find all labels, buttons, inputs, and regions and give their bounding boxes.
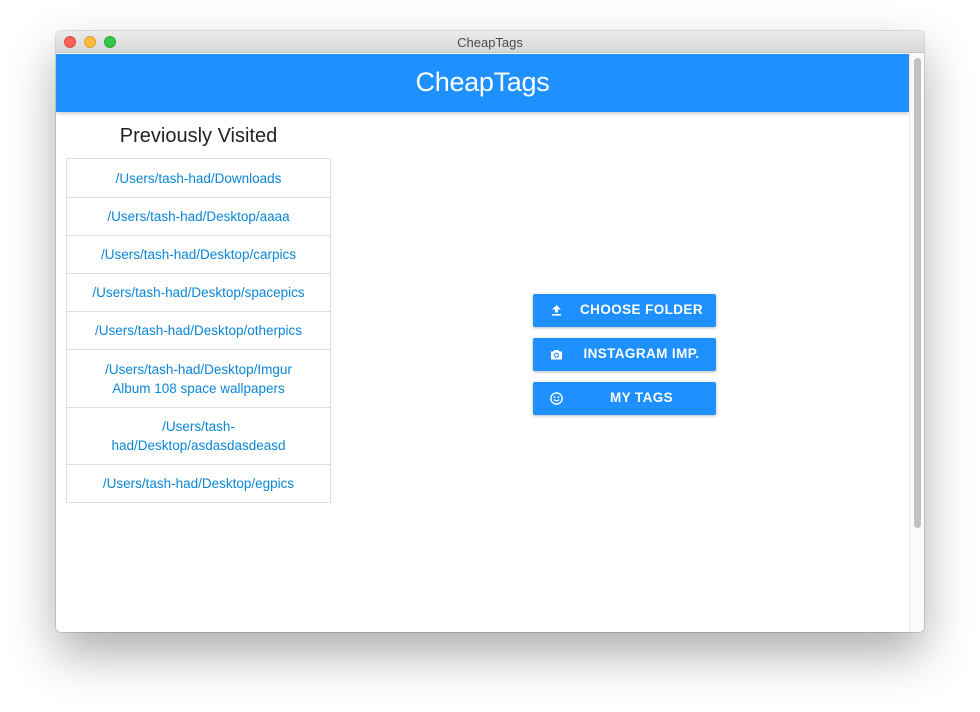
visited-folder-link[interactable]: /Users/tash-had/Desktop/Imgur Album 108 … [67,349,330,407]
vertical-scrollbar[interactable] [909,53,924,632]
my-tags-button[interactable]: MY TAGS [533,382,716,415]
choose-folder-button[interactable]: CHOOSE FOLDER [533,294,716,327]
instagram-import-button[interactable]: INSTAGRAM IMP. [533,338,716,371]
scrollbar-thumb[interactable] [914,58,921,528]
camera-icon [551,350,562,360]
action-buttons: CHOOSE FOLDER INSTAGRAM IMP. MY TAGS [533,294,716,426]
smiley-icon [550,392,563,405]
title-bar[interactable]: CheapTags [56,31,924,53]
window-title: CheapTags [457,35,523,50]
previously-visited-list: /Users/tash-had/Downloads /Users/tash-ha… [66,158,331,503]
visited-folder-link[interactable]: /Users/tash-had/Desktop/otherpics [67,311,330,349]
visited-folder-link[interactable]: /Users/tash-had/Desktop/asdasdasdeasd [67,407,330,464]
choose-folder-label: CHOOSE FOLDER [580,302,703,317]
previously-visited-heading: Previously Visited [119,125,278,147]
my-tags-label: MY TAGS [609,390,674,405]
app-window: CheapTags CheapTags Previously Visited /… [56,31,924,632]
visited-folder-link[interactable]: /Users/tash-had/Desktop/aaaa [67,197,330,235]
app-header: CheapTags [56,54,909,112]
app-title: CheapTags [415,67,550,97]
upload-icon [552,305,561,316]
visited-folder-link[interactable]: /Users/tash-had/Downloads [67,159,330,197]
visited-folder-link[interactable]: /Users/tash-had/Desktop/spacepics [67,273,330,311]
instagram-import-label: INSTAGRAM IMP. [583,346,700,361]
visited-folder-link[interactable]: /Users/tash-had/Desktop/egpics [67,464,330,502]
app-content: CheapTags Previously Visited /Users/tash… [56,53,924,632]
visited-folder-link[interactable]: /Users/tash-had/Desktop/carpics [67,235,330,273]
